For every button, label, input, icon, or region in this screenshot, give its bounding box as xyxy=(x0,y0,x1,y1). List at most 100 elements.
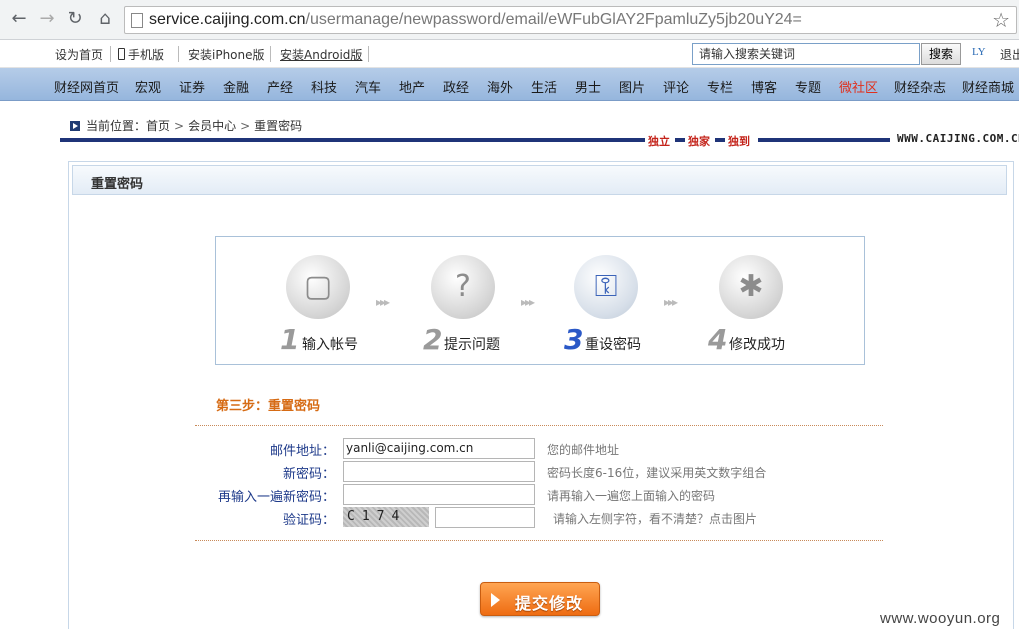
set-home-link[interactable]: 设为首页 xyxy=(55,46,103,63)
content-panel xyxy=(68,161,1014,629)
header-rule xyxy=(675,138,685,142)
divider xyxy=(195,425,883,426)
phone-icon xyxy=(118,48,125,60)
nav-item[interactable]: 博客 xyxy=(751,77,777,96)
captcha-field[interactable] xyxy=(435,507,535,528)
step-label: 修改成功 xyxy=(729,337,785,353)
main-nav: 财经网首页 宏观 证券 金融 产经 科技 汽车 地产 政经 海外 生活 男士 图… xyxy=(0,68,1019,101)
step-label: 输入帐号 xyxy=(302,337,358,353)
iphone-link[interactable]: 安装iPhone版 xyxy=(188,46,265,63)
nav-item[interactable]: 科技 xyxy=(311,77,337,96)
nav-item[interactable]: 财经商城 xyxy=(962,77,1014,96)
step-title: 第三步：重置密码 xyxy=(216,399,321,414)
breadcrumb: 当前位置：首页 > 会员中心 > 重置密码 xyxy=(70,117,302,134)
breadcrumb-member-link[interactable]: 会员中心 xyxy=(188,119,236,133)
email-label: 邮件地址： xyxy=(269,444,335,459)
submit-button[interactable]: 提交修改 xyxy=(480,582,600,616)
mobile-label: 手机版 xyxy=(128,48,165,62)
nav-item[interactable]: 财经网首页 xyxy=(54,77,119,96)
nav-item[interactable]: 评论 xyxy=(663,77,689,96)
breadcrumb-prefix: 当前位置： xyxy=(86,119,147,133)
new-password-field[interactable] xyxy=(343,461,535,482)
nav-item[interactable]: 男士 xyxy=(575,77,601,96)
nav-item[interactable]: 产经 xyxy=(267,77,293,96)
nav-item[interactable]: 生活 xyxy=(531,77,557,96)
submit-label: 提交修改 xyxy=(515,594,584,613)
confirm-password-hint: 请再输入一遍您上面输入的密码 xyxy=(547,489,716,503)
email-field[interactable]: yanli@caijing.com.cn xyxy=(343,438,535,459)
arrow-right-icon: ▸▸▸ xyxy=(664,295,678,309)
browser-toolbar: ← → ↻ ⌂ service.caijing.com.cn/usermanag… xyxy=(0,0,1019,40)
ly-link[interactable]: LY xyxy=(972,46,986,58)
captcha-image[interactable]: C174 xyxy=(343,507,429,527)
search-button[interactable]: 搜索 xyxy=(921,43,961,65)
nav-item[interactable]: 地产 xyxy=(399,77,425,96)
slogan-word: 独到 xyxy=(728,135,750,148)
nav-item[interactable]: 海外 xyxy=(487,77,513,96)
nav-item[interactable]: 汽车 xyxy=(355,77,381,96)
site-topbar: 设为首页 手机版 安装iPhone版 安装Android版 请输入搜索关键词 搜… xyxy=(0,40,1019,68)
step-label-active: 重设密码 xyxy=(585,337,641,353)
page-icon xyxy=(131,13,143,28)
panel-title: 重置密码 xyxy=(91,177,144,192)
watermark: www.wooyun.org xyxy=(880,610,1001,627)
slogan-word: 独家 xyxy=(688,135,710,148)
nav-item[interactable]: 财经杂志 xyxy=(894,77,946,96)
play-arrow-icon xyxy=(70,121,80,131)
nav-item[interactable]: 金融 xyxy=(223,77,249,96)
nav-item-highlight[interactable]: 微社区 xyxy=(839,77,878,96)
confirm-password-field[interactable] xyxy=(343,484,535,505)
computer-glyph: ▢ xyxy=(303,269,333,304)
nav-item[interactable]: 宏观 xyxy=(135,77,161,96)
step-number: 4 xyxy=(708,323,728,356)
panel-header: 重置密码 xyxy=(72,165,1007,195)
logout-link[interactable]: 退出 xyxy=(1000,46,1019,63)
separator xyxy=(270,46,271,62)
email-hint: 您的邮件地址 xyxy=(547,443,620,457)
android-link[interactable]: 安装Android版 xyxy=(280,46,362,63)
header-rule xyxy=(715,138,725,142)
chevron-right-icon: > xyxy=(240,119,251,133)
question-glyph: ? xyxy=(455,269,471,304)
url-text: service.caijing.com.cn/usermanage/newpas… xyxy=(149,11,802,28)
nav-item[interactable]: 专栏 xyxy=(707,77,733,96)
step-number: 1 xyxy=(280,323,300,356)
header-rule xyxy=(758,138,890,142)
step-number: 2 xyxy=(423,323,443,356)
play-arrow-icon xyxy=(491,593,500,607)
brand-logo-text: WWW.CAIJING.COM.CN xyxy=(897,132,1019,145)
separator xyxy=(110,46,111,62)
captcha-hint: 请输入左侧字符，看不清楚？点击图片 xyxy=(553,512,758,526)
captcha-label: 验证码： xyxy=(282,513,335,528)
gift-glyph: ✱ xyxy=(738,269,764,304)
arrow-right-icon: ▸▸▸ xyxy=(521,295,535,309)
search-input[interactable]: 请输入搜索关键词 xyxy=(692,43,920,65)
header-rule xyxy=(60,138,645,142)
arrow-right-icon: ▸▸▸ xyxy=(376,295,390,309)
step-number-active: 3 xyxy=(564,323,584,356)
breadcrumb-home-link[interactable]: 首页 xyxy=(146,119,170,133)
bookmark-star-icon[interactable]: ☆ xyxy=(992,8,1010,32)
back-arrow-icon[interactable]: ← xyxy=(8,8,30,30)
address-bar[interactable]: service.caijing.com.cn/usermanage/newpas… xyxy=(124,6,1017,34)
question-book-icon: ? xyxy=(431,255,495,319)
computer-icon: ▢ xyxy=(286,255,350,319)
slogan-word: 独立 xyxy=(648,135,670,148)
divider xyxy=(195,540,883,541)
gift-box-icon: ✱ xyxy=(719,255,783,319)
lock-glyph: ⚿ xyxy=(594,269,618,304)
nav-item[interactable]: 图片 xyxy=(619,77,645,96)
nav-item[interactable]: 政经 xyxy=(443,77,469,96)
reload-icon[interactable]: ↻ xyxy=(64,8,86,30)
nav-item[interactable]: 证券 xyxy=(179,77,205,96)
nav-item[interactable]: 专题 xyxy=(795,77,821,96)
chevron-right-icon: > xyxy=(174,119,185,133)
separator xyxy=(178,46,179,62)
separator xyxy=(368,46,369,62)
lock-key-icon: ⚿ xyxy=(574,255,638,319)
home-icon[interactable]: ⌂ xyxy=(94,8,116,30)
forward-arrow-icon[interactable]: → xyxy=(36,8,58,30)
password-label: 新密码： xyxy=(282,467,335,482)
mobile-link[interactable]: 手机版 xyxy=(118,46,164,63)
password-hint: 密码长度6-16位，建议采用英文数字组合 xyxy=(547,466,767,480)
